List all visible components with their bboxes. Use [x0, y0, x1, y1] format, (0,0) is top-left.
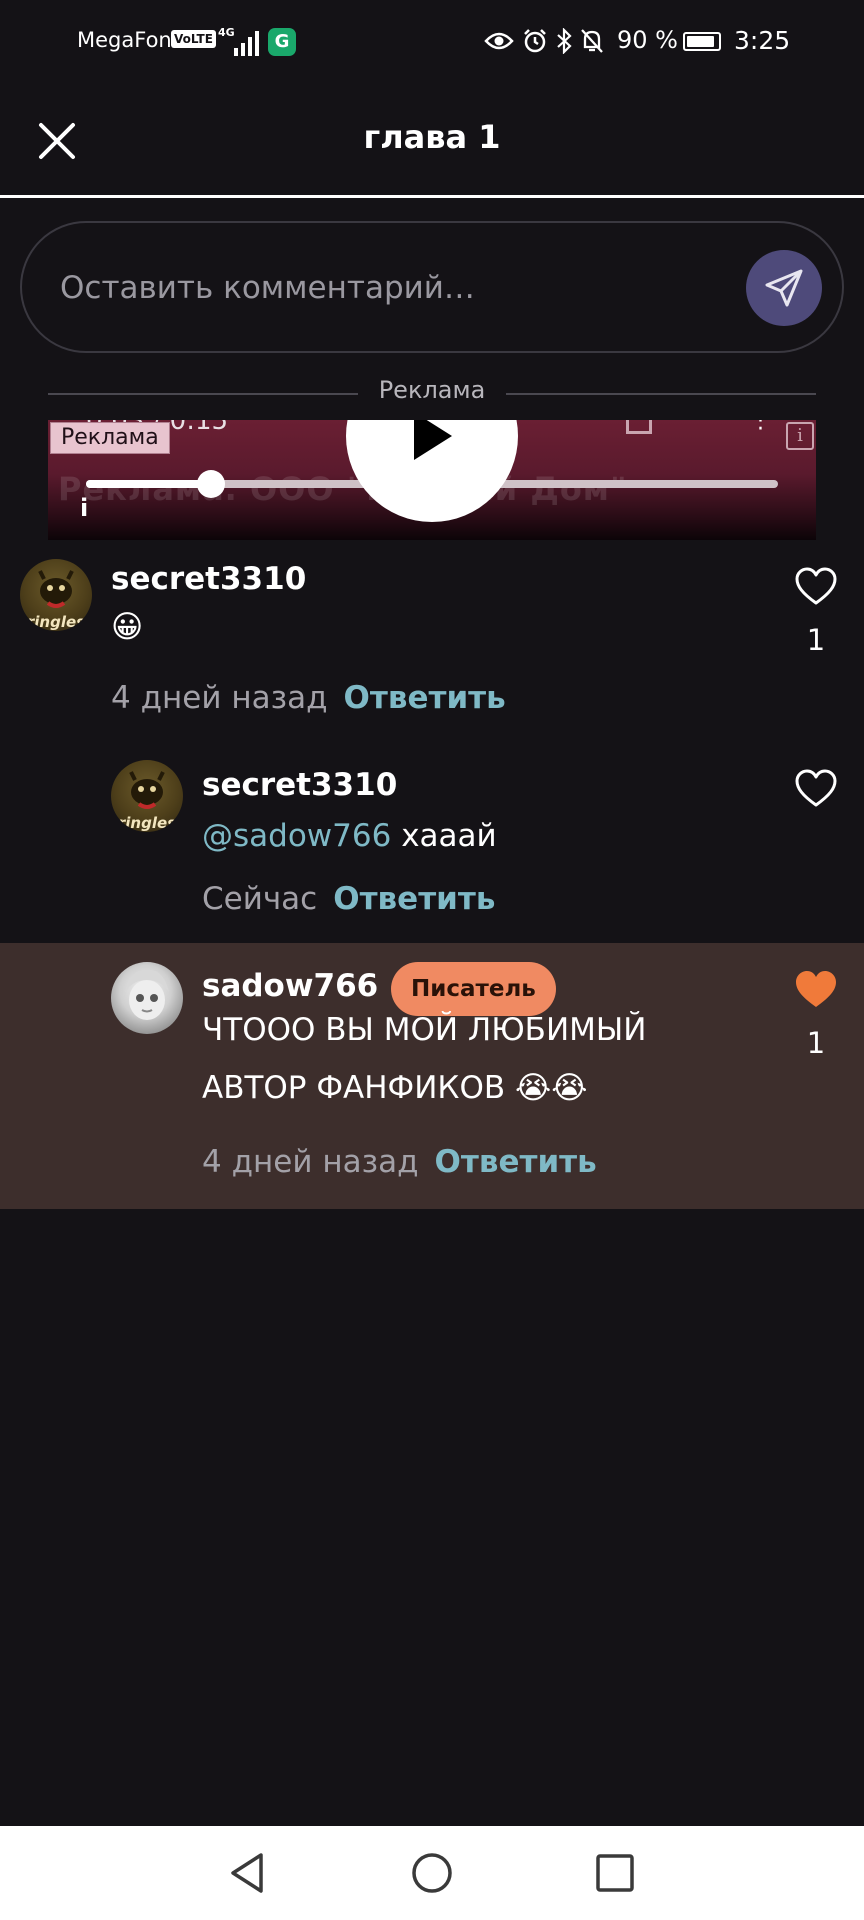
battery-icon — [683, 32, 721, 51]
comment-input[interactable] — [58, 259, 742, 317]
more-options-icon[interactable]: · · — [757, 420, 764, 441]
ad-badge: Реклама — [50, 422, 170, 454]
clock: 3:25 — [734, 26, 791, 55]
close-icon — [39, 123, 75, 159]
ad-progress-knob[interactable] — [197, 470, 225, 498]
close-button[interactable] — [32, 116, 82, 166]
ad-video-player[interactable]: Реклама. ООО "Уютный Дом" 0:03 / 0:15 Ре… — [48, 420, 816, 540]
avatar[interactable]: ringles — [20, 559, 92, 631]
heart-icon — [795, 769, 837, 807]
reply-item-highlighted: sadow766 Писатель ЧТОOO ВЫ МОЙ ЛЮБИМЫЙ А… — [0, 960, 864, 1200]
send-icon — [765, 269, 803, 307]
doll-avatar-image — [125, 969, 169, 1020]
send-button[interactable] — [746, 250, 822, 326]
alarm-icon — [524, 29, 546, 53]
pringles-avatar-image: ringles — [118, 771, 176, 832]
heart-icon — [796, 971, 836, 1007]
comment-username[interactable]: sadow766 — [202, 968, 378, 1004]
like-count: 1 — [806, 1026, 826, 1060]
comment-text-body: хааай — [401, 818, 497, 854]
comment-meta: Сейчас Ответить — [202, 881, 495, 917]
nav-home-icon — [412, 1853, 452, 1893]
status-icons — [484, 26, 604, 56]
ad-info-icon[interactable]: i — [786, 422, 814, 450]
nav-home-button[interactable] — [407, 1848, 457, 1898]
svg-text:ringles: ringles — [118, 814, 176, 832]
signal-icon — [232, 30, 260, 56]
svg-text:ringles: ringles — [27, 613, 85, 631]
fullscreen-icon[interactable] — [626, 420, 652, 434]
battery-percent: 90 % — [617, 26, 678, 54]
comment-time: Сейчас — [202, 881, 318, 917]
like-button-active[interactable] — [794, 970, 838, 1010]
comment-time: 4 дней назад — [111, 680, 328, 716]
comment-username[interactable]: secret3310 — [202, 767, 397, 803]
comment-time: 4 дней назад — [202, 1144, 419, 1180]
ad-overlay-info: i — [80, 494, 89, 522]
avatar[interactable] — [111, 962, 183, 1034]
nav-back-icon — [231, 1853, 263, 1893]
chapter-header: глава 1 — [0, 84, 864, 198]
pringles-avatar-image: ringles — [27, 570, 85, 631]
comment-text: ЧТОOO ВЫ МОЙ ЛЮБИМЫЙ АВТОР ФАНФИКОВ 😭😭 — [202, 1001, 646, 1117]
bluetooth-icon — [557, 28, 572, 54]
avatar[interactable]: ringles — [111, 760, 183, 832]
like-count: 1 — [806, 623, 826, 657]
status-bar: MegaFon VoLTE 4G G 90 % 3:25 — [0, 0, 864, 84]
user-mention[interactable]: @sadow766 — [202, 818, 391, 854]
heart-icon — [795, 567, 837, 605]
comment-meta: 4 дней назад Ответить — [202, 1144, 597, 1180]
play-icon — [414, 420, 452, 460]
nav-recents-icon — [596, 1854, 634, 1892]
comment-item: ringles secret3310 😀 4 дней назад Ответит… — [0, 555, 864, 725]
comment-username[interactable]: secret3310 — [111, 561, 306, 597]
volte-icon: VoLTE — [171, 30, 216, 48]
comment-meta: 4 дней назад Ответить — [111, 680, 506, 716]
comment-text: 😀 — [111, 609, 144, 645]
ad-disclaimer-text: Реклама. ООО "Уютный Дом" — [58, 470, 628, 508]
reply-button[interactable]: Ответить — [344, 680, 506, 716]
ad-section-label: Реклама — [360, 376, 504, 404]
comment-text-line: ЧТОOO ВЫ МОЙ ЛЮБИМЫЙ — [202, 1012, 647, 1048]
nav-recents-button[interactable] — [590, 1848, 640, 1898]
mute-notifications-icon — [581, 29, 603, 53]
reply-button[interactable]: Ответить — [435, 1144, 597, 1180]
like-button[interactable] — [794, 567, 838, 607]
comment-composer — [20, 221, 844, 353]
reply-button[interactable]: Ответить — [333, 881, 495, 917]
comment-text: @sadow766 хааай — [202, 807, 497, 865]
nav-back-button[interactable] — [222, 1848, 272, 1898]
system-nav-bar — [0, 1826, 864, 1920]
app-notification-icon: G — [268, 28, 296, 56]
carrier-name: MegaFon — [77, 28, 172, 52]
like-button[interactable] — [794, 769, 838, 809]
reply-item: ringles secret3310 @sadow766 хааай Сейча… — [0, 755, 864, 925]
page-title: глава 1 — [363, 118, 501, 156]
eye-icon — [484, 32, 514, 50]
ad-divider: Реклама — [48, 376, 816, 410]
comment-text-line: АВТОР ФАНФИКОВ 😭😭 — [202, 1070, 588, 1106]
